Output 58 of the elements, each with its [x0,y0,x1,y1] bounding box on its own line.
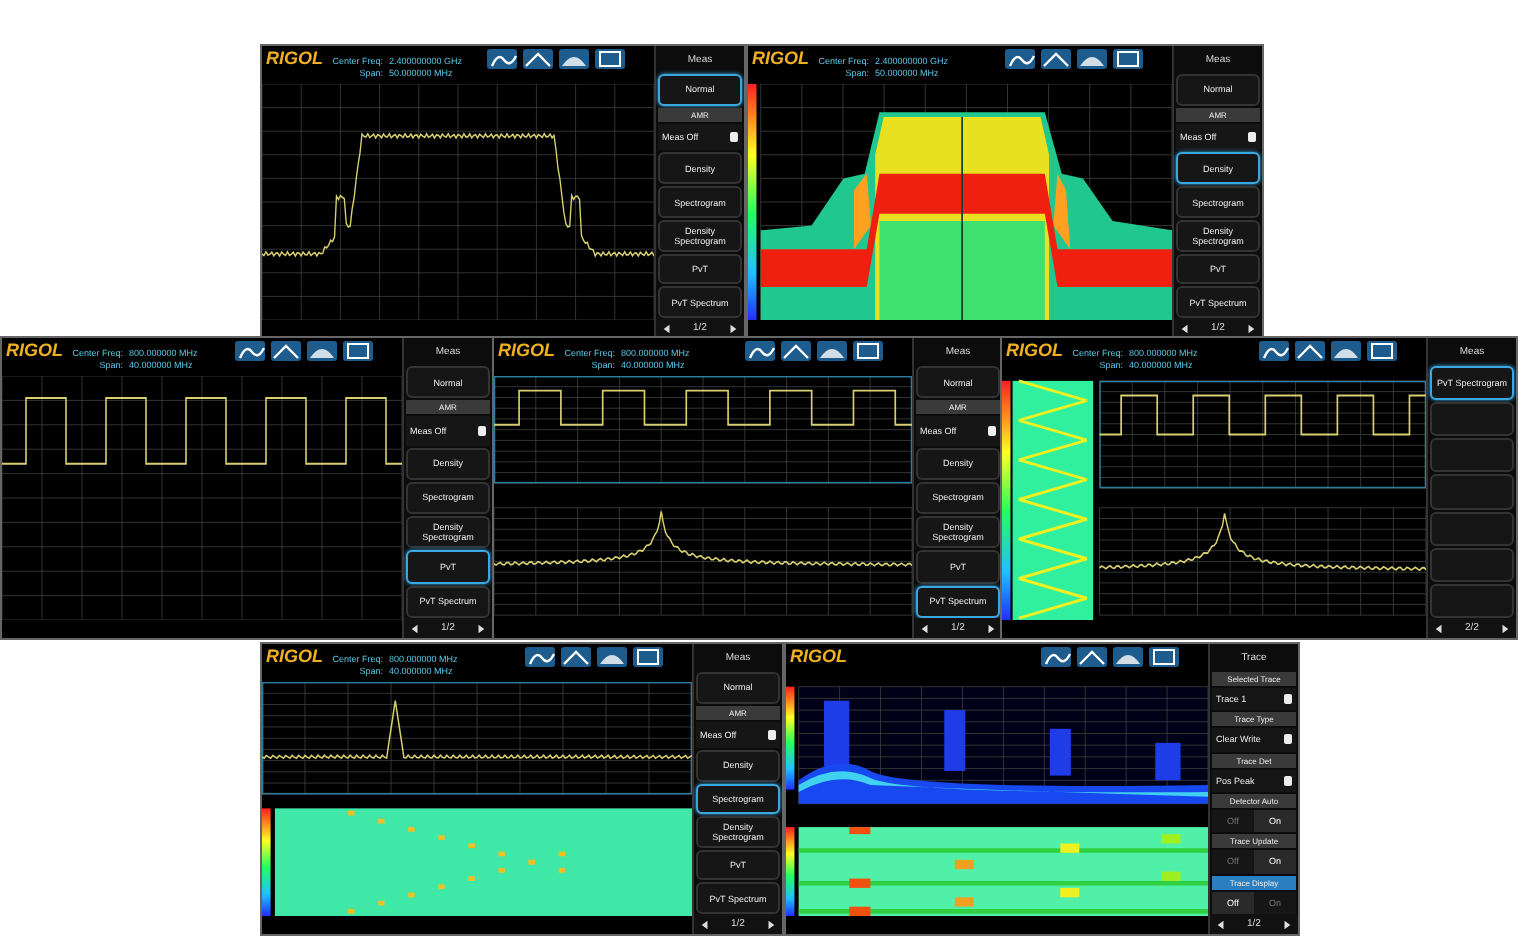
mode-icon[interactable] [744,340,776,362]
mode-icon[interactable] [1112,48,1144,70]
signal-bar [944,710,966,771]
brand-logo: RIGOL [498,340,555,360]
dropdown-icon [988,425,996,436]
next-page-icon[interactable] [985,623,996,633]
brand-logo: RIGOL [6,340,63,360]
color-scale-bar [786,827,795,916]
brand-logo: RIGOL [266,646,323,666]
mode-icon[interactable] [1294,340,1326,362]
prev-page-icon[interactable] [1216,919,1226,929]
color-scale-bar [262,808,271,916]
mode-icon[interactable] [522,48,554,70]
mode-icon[interactable] [1148,646,1180,668]
dropdown-icon [478,425,486,436]
brand-logo: RIGOL [790,646,847,666]
prev-page-icon[interactable] [1434,623,1444,633]
mode-icon[interactable] [524,646,556,668]
mode-icon[interactable] [1258,340,1290,362]
dropdown-icon [768,729,776,740]
mode-icon[interactable] [1112,646,1144,668]
mode-icon[interactable] [596,646,628,668]
dropdown-icon [1284,775,1292,786]
mode-icon[interactable] [816,340,848,362]
dropdown-icon [1284,734,1292,745]
next-page-icon[interactable] [1499,623,1510,633]
mode-icon[interactable] [560,646,592,668]
next-page-icon[interactable] [475,623,486,633]
mode-icon[interactable] [234,340,266,362]
color-scale-bar [786,686,795,790]
dropdown-icon [1284,694,1292,705]
signal-bar [1155,742,1181,781]
brand-logo: RIGOL [266,48,323,68]
mode-icon[interactable] [1330,340,1362,362]
brand-logo: RIGOL [752,48,809,68]
mode-icon[interactable] [594,48,626,70]
mode-icon[interactable] [342,340,374,362]
dropdown-icon [730,132,738,143]
mode-icon[interactable] [1040,646,1072,668]
brand-logo: RIGOL [1006,340,1063,360]
mode-icon[interactable] [558,48,590,70]
mode-icon[interactable] [1366,340,1398,362]
prev-page-icon[interactable] [410,623,420,633]
mode-icon[interactable] [1040,48,1072,70]
mode-icon[interactable] [306,340,338,362]
prev-page-icon[interactable] [920,623,930,633]
dropdown-icon [1248,132,1256,143]
next-page-icon[interactable] [765,919,776,929]
mode-icon[interactable] [852,340,884,362]
next-page-icon[interactable] [1281,919,1292,929]
prev-page-icon[interactable] [700,919,710,929]
mode-icon[interactable] [1076,48,1108,70]
mode-icon[interactable] [1076,646,1108,668]
mode-icon[interactable] [486,48,518,70]
mode-icon[interactable] [632,646,664,668]
mode-icon[interactable] [270,340,302,362]
mode-icon[interactable] [780,340,812,362]
mode-icon[interactable] [1004,48,1036,70]
